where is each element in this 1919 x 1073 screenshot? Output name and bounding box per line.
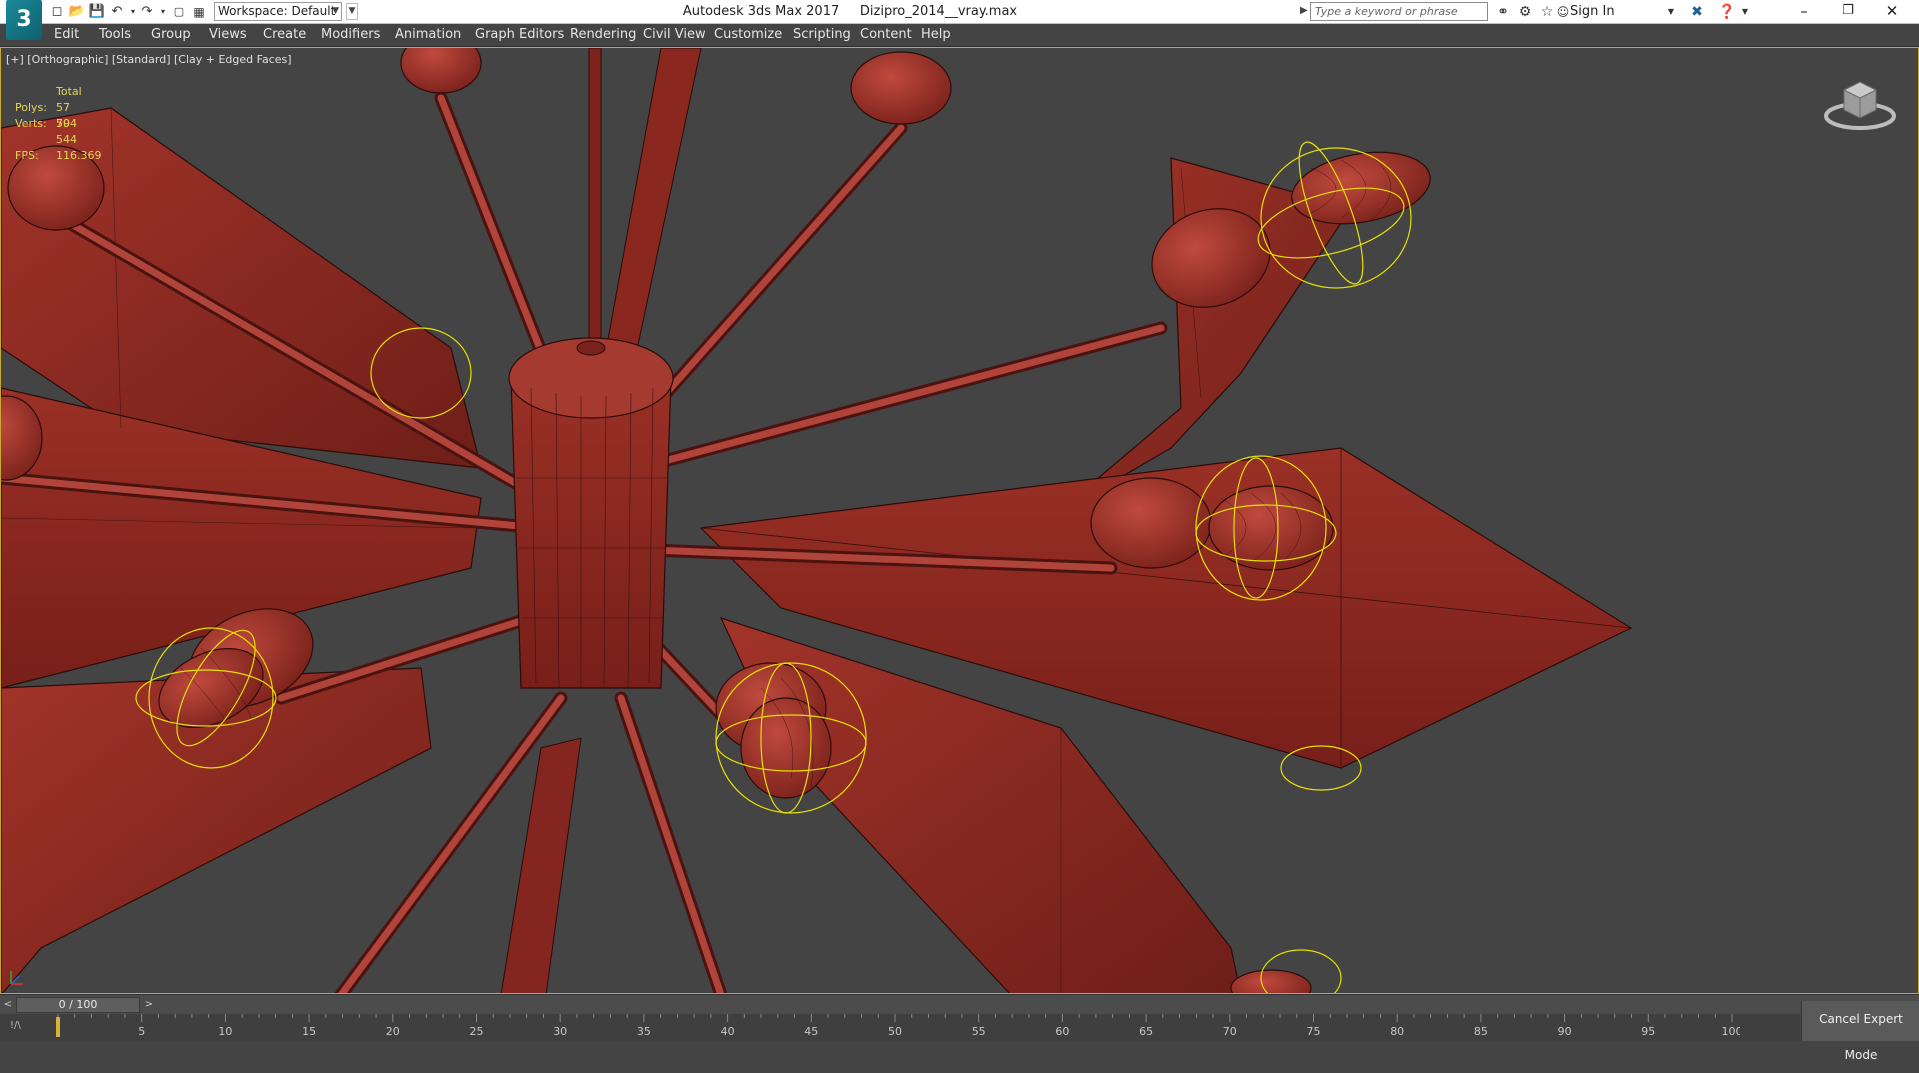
ruler-tick-label: 90 — [1558, 1025, 1572, 1038]
previous-frame-button[interactable]: < — [2, 997, 14, 1013]
next-frame-button[interactable]: > — [143, 997, 155, 1013]
menu-animation[interactable]: Animation — [395, 24, 461, 46]
menu-tools[interactable]: Tools — [99, 24, 131, 46]
new-file-icon[interactable]: ◻ — [48, 3, 66, 21]
time-slider-thumb[interactable]: 0 / 100 — [16, 997, 140, 1013]
ruler-tick-label: 60 — [1055, 1025, 1069, 1038]
menu-create[interactable]: Create — [263, 24, 306, 46]
axis-tripod-icon — [10, 971, 23, 985]
frame-ruler[interactable]: 5 10 15 20 25 30 35 40 45 50 55 60 65 70 75 80 85 90 95 100 — [56, 1014, 1740, 1041]
ruler-tick-label: 30 — [553, 1025, 567, 1038]
chevron-down-icon: ▼ — [332, 6, 339, 16]
menu-customize[interactable]: Customize — [714, 24, 782, 46]
search-input[interactable]: Type a keyword or phrase — [1310, 2, 1488, 21]
collapse-search-icon[interactable]: ▶ — [1300, 5, 1308, 16]
ruler-tick-label: 25 — [470, 1025, 484, 1038]
ruler-tick-label: 10 — [218, 1025, 232, 1038]
cancel-expert-mode-button[interactable]: Cancel Expert Mode — [1801, 1001, 1919, 1062]
sign-in-link[interactable]: Sign In — [1570, 0, 1615, 24]
time-slider[interactable]: < 0 / 100 > — [0, 994, 1919, 1015]
ruler-tick-label: 55 — [972, 1025, 986, 1038]
ruler-tick-label: 75 — [1307, 1025, 1321, 1038]
ruler-tick-label: 20 — [386, 1025, 400, 1038]
menu-modifiers[interactable]: Modifiers — [321, 24, 380, 46]
app-logo-button[interactable]: 3 — [6, 0, 42, 40]
restore-icon[interactable]: ❐ — [1826, 0, 1870, 24]
ruler-tick-label: 100 — [1722, 1025, 1741, 1038]
help-dropdown-icon[interactable]: ▼ — [1736, 3, 1754, 21]
ruler-tick-label: 65 — [1139, 1025, 1153, 1038]
menu-views[interactable]: Views — [209, 24, 247, 46]
menu-help[interactable]: Help — [921, 24, 951, 46]
track-bar[interactable]: !/\ 5 10 15 20 25 30 35 40 45 50 55 60 65 70 75 80 85 90 9… — [0, 1014, 1800, 1041]
binoculars-icon[interactable]: ⚭ — [1494, 3, 1512, 21]
polys-label: Polys: — [15, 101, 47, 114]
ruler-tick-label: 5 — [138, 1025, 145, 1038]
viewport-orthographic[interactable]: [+] [Orthographic] [Standard] [Clay + Ed… — [0, 47, 1919, 994]
ruler-tick-label: 35 — [637, 1025, 651, 1038]
ruler-tick-label: 70 — [1223, 1025, 1237, 1038]
help-icon[interactable]: ❓ — [1718, 3, 1736, 21]
customize-toolbar-icon[interactable]: ▼ — [346, 3, 358, 20]
chandelier-model — [1, 48, 1633, 993]
ruler-tick-label: 40 — [721, 1025, 735, 1038]
close-icon[interactable]: ✕ — [1870, 0, 1914, 24]
window-title: Autodesk 3ds Max 2017 Dizipro_2014__vray… — [682, 4, 1018, 19]
verts-label: Verts: — [15, 117, 47, 130]
stats-header: Total — [56, 85, 82, 98]
fps-label: FPS: — [15, 149, 39, 162]
menu-bar: Edit Tools Group Views Create Modifiers … — [0, 24, 1919, 47]
viewcube-icon[interactable] — [1822, 70, 1898, 134]
ruler-tick-label: 50 — [888, 1025, 902, 1038]
subscription-icon[interactable]: ⚙ — [1516, 3, 1534, 21]
ruler-tick-label: 80 — [1390, 1025, 1404, 1038]
menu-civil-view[interactable]: Civil View — [643, 24, 706, 46]
save-icon[interactable]: 💾 — [88, 3, 106, 21]
menu-group[interactable]: Group — [151, 24, 191, 46]
minimize-icon[interactable]: – — [1782, 0, 1826, 24]
current-frame-marker[interactable] — [56, 1017, 60, 1037]
workspace-icon: ▦ — [193, 5, 205, 19]
workspace-label: Workspace: Default — [218, 4, 336, 18]
title-bar: 3 ◻ 📂 💾 ↶ ▾ ↷ ▾ ▢ ▦ Workspace: Default ▼… — [0, 0, 1919, 40]
open-file-icon[interactable]: 📂 — [68, 3, 86, 21]
ruler-tick-label: 95 — [1641, 1025, 1655, 1038]
sign-in-dropdown-icon[interactable]: ▼ — [1662, 3, 1680, 21]
infocenter: ▶ Type a keyword or phrase ⚭ ⚙ ☆ ☺ Sign … — [1298, 0, 1758, 24]
workspace-dropdown[interactable]: Workspace: Default ▼ — [214, 2, 342, 21]
viewport-label-menu[interactable]: [+] [Orthographic] [Standard] [Clay + Ed… — [6, 53, 292, 66]
project-folder-icon[interactable]: ▢ — [170, 3, 188, 21]
menu-content[interactable]: Content — [860, 24, 912, 46]
exchange-apps-icon[interactable]: ✖ — [1688, 3, 1706, 21]
fps-value: 116.369 — [56, 149, 102, 162]
ruler-tick-label: 85 — [1474, 1025, 1488, 1038]
menu-scripting[interactable]: Scripting — [793, 24, 851, 46]
menu-edit[interactable]: Edit — [54, 24, 79, 46]
ruler-tick-label: 15 — [302, 1025, 316, 1038]
menu-rendering[interactable]: Rendering — [570, 24, 636, 46]
menu-graph-editors[interactable]: Graph Editors — [475, 24, 564, 46]
ruler-tick-label: 45 — [804, 1025, 818, 1038]
track-bar-toggle-icon[interactable]: !/\ — [10, 1020, 21, 1031]
verts-value: 59 544 — [56, 117, 77, 146]
